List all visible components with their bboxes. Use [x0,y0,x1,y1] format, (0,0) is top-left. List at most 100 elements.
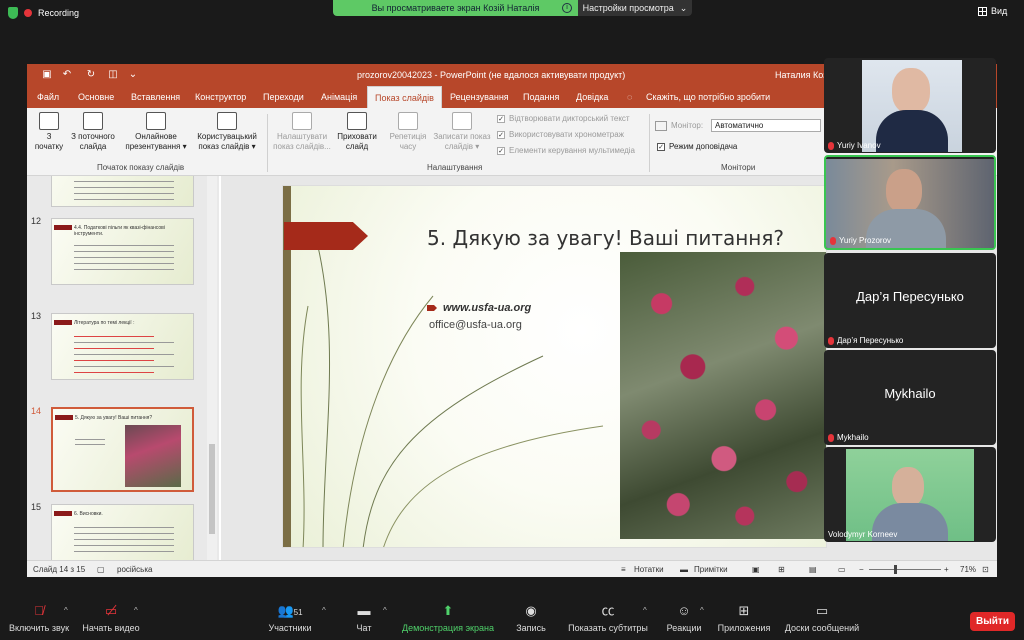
video-options-chevron-icon[interactable]: ^ [134,606,138,615]
captions-chevron-icon[interactable]: ^ [643,606,647,615]
participant-tile[interactable]: Volodymyr Korneev [824,447,996,542]
customize-toolbar-icon[interactable]: ⌄ [127,69,139,81]
spellcheck-icon[interactable]: ▢ [97,565,105,574]
thumb-link-line [74,372,154,373]
use-timings-checkbox[interactable]: ✓ Використовувати хронометраж [497,130,624,139]
participant-tile[interactable]: Дар’я Пересунько Дар’я Пересунько [824,253,996,348]
view-settings-button[interactable]: Настройки просмотра ⌄ [578,0,692,16]
current-slide[interactable]: 5. Дякую за увагу! Ваші питання? www.usf… [282,185,827,548]
chat-button[interactable]: ▬ Чат [350,603,378,633]
recording-indicator[interactable]: Recording [8,5,79,21]
ppt-user-name[interactable]: Наталия Козі [775,70,829,80]
zoom-slider-thumb[interactable] [894,565,897,574]
present-online-button[interactable]: Онлайнове презентування ▾ [121,112,191,152]
label: презентування ▾ [125,142,187,151]
apps-button[interactable]: ⊞ Приложения [716,603,772,633]
leave-meeting-button[interactable]: Выйти [970,612,1015,631]
language-indicator[interactable]: російська [117,565,152,574]
media-controls-checkbox[interactable]: ✓ Елементи керування мультимедіа [497,146,635,155]
zoom-in-button[interactable]: + [944,565,949,574]
tab-home[interactable]: Основне [71,86,121,108]
thumb-line [74,181,174,182]
participants-icon: 👥51 [277,603,303,618]
tab-transitions[interactable]: Переходи [256,86,311,108]
reactions-chevron-icon[interactable]: ^ [700,606,704,615]
from-current-slide-button[interactable]: З поточного слайда [67,112,119,152]
record-slideshow-button[interactable]: Записати показ слайдів ▾ [431,112,493,152]
slide-website: www.usfa-ua.org [443,302,532,314]
participant-tile[interactable]: Yuriy Ivanov [824,58,996,153]
thumb-line [74,251,174,252]
zoom-out-button[interactable]: − [859,565,864,574]
whiteboards-button[interactable]: ▭ Доски сообщений [782,603,862,633]
slide-thumbnail-14[interactable]: 5. Дякую за увагу! Ваші питання? [51,407,194,492]
comments-button[interactable]: Примітки [694,565,728,574]
tab-view[interactable]: Подання [516,86,566,108]
tab-design[interactable]: Конструктор [188,86,253,108]
slide-thumbnails-pane[interactable]: 12 4.4. Податкові пільги як квазі-фінанс… [27,176,219,560]
audio-options-chevron-icon[interactable]: ^ [64,606,68,615]
tell-me-search[interactable]: Скажіть, що потрібно зробити [639,86,777,108]
thumb-line [74,366,174,367]
reactions-button[interactable]: ☺ Реакции [664,603,704,633]
tab-review[interactable]: Рецензування [443,86,516,108]
slide-thumbnail-13[interactable]: Література по темі лекції : [51,313,194,380]
zoom-control-bar [0,597,1024,640]
undo-icon[interactable]: ↶ [61,69,73,81]
notes-button[interactable]: Нотатки [634,565,664,574]
participants-chevron-icon[interactable]: ^ [322,606,326,615]
slide-thumbnail-12[interactable]: 4.4. Податкові пільги як квазі-фінансові… [51,218,194,285]
slide-thumbnail-11[interactable] [51,176,194,207]
slide-sorter-icon[interactable]: ⊞ [778,565,785,574]
hide-slide-button[interactable]: Приховати слайд [333,112,381,152]
scrollbar-thumb[interactable] [209,444,215,534]
zoom-slider-track[interactable] [869,569,941,570]
recording-label: Recording [38,8,80,18]
normal-view-icon[interactable]: ▣ [752,565,760,574]
participant-name: Volodymyr Korneev [828,530,898,539]
participant-tile-active-speaker[interactable]: Yuriy Prozorov [824,155,996,250]
setup-slideshow-button[interactable]: Налаштувати показ слайдів... [271,112,333,152]
thumb-link-line [74,360,154,361]
label: Репетиція [389,132,427,141]
thumb-arrow [54,320,72,325]
slide-thumbnail-15[interactable]: 6. Висновки. [51,504,194,560]
tab-insert[interactable]: Вставлення [124,86,187,108]
view-button[interactable]: Вид [978,6,1007,16]
participants-button[interactable]: 👥51 Участники [264,603,316,633]
participant-video [846,449,974,541]
rehearse-timings-button[interactable]: Репетиція часу [385,112,431,152]
play-narrations-checkbox[interactable]: ✓ Відтворювати дикторський текст [497,114,630,123]
label: Записати показ [433,132,491,141]
custom-slideshow-button[interactable]: Користувацький показ слайдів ▾ [191,112,263,152]
redo-icon[interactable]: ↻ [85,69,97,81]
thumb-line [75,444,105,445]
thumb-line [74,187,174,188]
thumb-line [74,527,174,528]
tab-file[interactable]: Файл [30,86,66,108]
participant-tile[interactable]: Mykhailo Mykhailo [824,350,996,445]
share-screen-button[interactable]: ⬆ Демонстрация экрана [398,603,498,633]
participant-name: Yuriy Ivanov [837,141,881,150]
participant-name: Дар’я Пересунько [837,336,904,345]
fit-to-window-icon[interactable]: ⊡ [982,565,989,574]
show-captions-button[interactable]: ㏄ Показать субтитры [566,603,650,633]
tab-help[interactable]: Довідка [569,86,615,108]
slideshow-view-icon[interactable]: ▭ [838,565,846,574]
tab-animations[interactable]: Анімація [314,86,364,108]
start-slideshow-icon[interactable]: ◫ [107,69,119,81]
tab-slide-show[interactable]: Показ слайдів [367,86,442,108]
from-beginning-button[interactable]: З початку [31,112,67,152]
ppt-status-bar: Слайд 14 з 15 ▢ російська ≡ Нотатки ▬ Пр… [27,560,997,577]
reading-view-icon[interactable]: ▤ [809,565,817,574]
monitor-select[interactable]: Автоматично [711,119,821,132]
info-icon[interactable]: i [562,3,572,13]
chat-bubble-icon: ▬ [357,603,371,618]
save-icon[interactable]: ▣ [41,69,53,81]
presenter-view-checkbox[interactable]: ✓ Режим доповідача [657,142,737,151]
thumb-link-line [74,336,154,337]
record-button[interactable]: ◉ Запись [514,603,548,633]
chat-chevron-icon[interactable]: ^ [383,606,387,615]
zoom-level[interactable]: 71% [960,565,976,574]
security-shield-icon[interactable] [8,7,18,19]
